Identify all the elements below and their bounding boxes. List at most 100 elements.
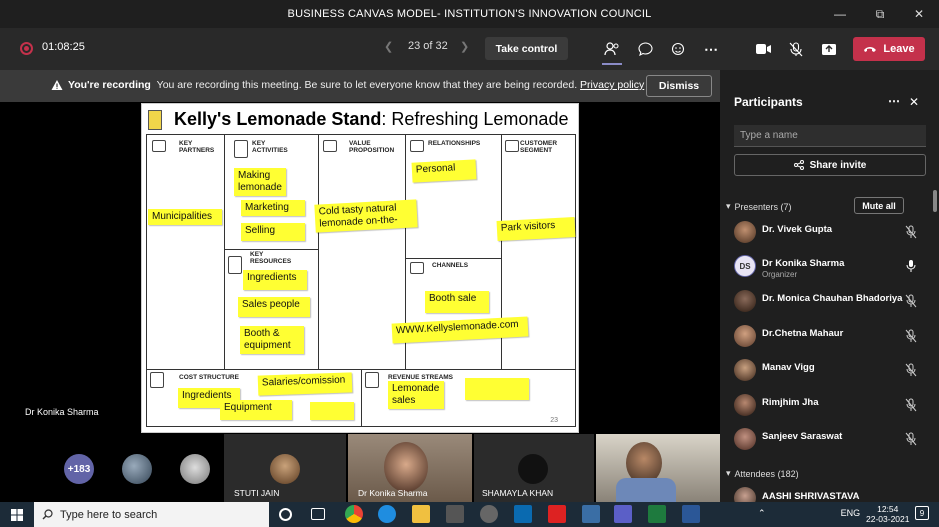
participant-tile[interactable]: SHAMAYLA KHAN xyxy=(474,434,594,502)
chevron-down-icon: ▾ xyxy=(726,201,731,211)
participant-name: Dr Konika Sharma xyxy=(762,258,845,269)
tile-name: STUTI JAIN xyxy=(234,488,280,498)
avatar[interactable] xyxy=(180,454,210,484)
participant-row[interactable]: Dr. Monica Chauhan Bhadoriya xyxy=(732,287,927,317)
store-icon[interactable] xyxy=(446,505,464,523)
app-icon[interactable] xyxy=(480,505,498,523)
participant-name: Manav Vigg xyxy=(762,362,815,373)
avatar xyxy=(734,325,756,347)
participant-row[interactable]: Manav Vigg xyxy=(732,356,927,386)
take-control-button[interactable]: Take control xyxy=(485,37,568,60)
language-indicator[interactable]: ENG xyxy=(841,508,861,518)
close-window-icon[interactable]: ✕ xyxy=(899,0,939,28)
participant-search-input[interactable] xyxy=(734,125,926,147)
participant-tile[interactable]: STUTI JAIN xyxy=(224,434,346,502)
task-view-icon[interactable] xyxy=(311,508,325,520)
participant-video-tile[interactable]: Dr Konika Sharma xyxy=(348,434,472,502)
sticky-note: Equipment xyxy=(220,400,292,420)
avatar xyxy=(734,221,756,243)
avatar[interactable] xyxy=(122,454,152,484)
participant-row[interactable]: AASHI SHRIVASTAVA xyxy=(732,484,927,502)
minimize-icon[interactable]: — xyxy=(820,0,860,28)
sticky-note: Personal xyxy=(411,159,477,183)
cortana-icon[interactable] xyxy=(279,508,292,521)
participant-row[interactable]: Rimjhim Jha xyxy=(732,391,927,421)
participant-row[interactable]: Dr. Vivek Gupta xyxy=(732,218,927,248)
participant-row[interactable]: DS Dr Konika Sharma Organizer xyxy=(732,252,927,282)
mic-muted-icon[interactable] xyxy=(905,432,917,446)
close-panel-icon[interactable]: ✕ xyxy=(909,95,919,109)
participants-icon[interactable] xyxy=(601,38,623,60)
sticky-note: Lemonade sales xyxy=(388,381,444,409)
next-slide-icon[interactable]: ❯ xyxy=(460,40,469,53)
mic-muted-icon[interactable] xyxy=(905,363,917,377)
tile-name: SHAMAYLA KHAN xyxy=(482,488,554,498)
share-invite-button[interactable]: Share invite xyxy=(734,154,926,176)
mic-icon[interactable] xyxy=(905,259,917,273)
mic-muted-icon[interactable] xyxy=(905,294,917,308)
app-icon[interactable] xyxy=(514,505,532,523)
reactions-icon[interactable] xyxy=(667,38,689,60)
attendees-heading: Attendees (182) xyxy=(734,468,799,479)
window-titlebar: BUSINESS CANVAS MODEL- INSTITUTION'S INN… xyxy=(0,0,939,28)
sticky-note: Booth & equipment xyxy=(240,326,304,354)
mic-muted-icon[interactable] xyxy=(785,38,807,60)
tray-chevron-icon[interactable]: ⌃ xyxy=(758,508,766,518)
relationships-cell xyxy=(405,134,502,259)
sticky-note-blank xyxy=(310,402,354,420)
excel-icon[interactable] xyxy=(648,505,666,523)
participants-active-indicator xyxy=(602,63,622,65)
taskbar-clock[interactable]: 12:54 22-03-2021 xyxy=(866,504,909,524)
more-participants-badge[interactable]: +183 xyxy=(64,454,94,484)
attendees-section-header[interactable]: ▾ Attendees (182) xyxy=(726,468,799,479)
file-explorer-icon[interactable] xyxy=(412,505,430,523)
customer-segment-label: CUSTOMER SEGMENT xyxy=(520,140,558,154)
share-invite-label: Share invite xyxy=(809,159,867,171)
presenters-heading: Presenters (7) xyxy=(734,201,792,212)
share-screen-icon[interactable] xyxy=(818,38,840,60)
photos-icon[interactable] xyxy=(582,505,600,523)
pdf-icon[interactable] xyxy=(548,505,566,523)
prev-slide-icon[interactable]: ❮ xyxy=(384,40,393,53)
avatar xyxy=(518,454,548,484)
participant-row[interactable]: Dr.Chetna Mahaur xyxy=(732,322,927,352)
more-options-icon[interactable]: ⋯ xyxy=(888,94,900,108)
chat-icon[interactable] xyxy=(634,38,656,60)
restore-icon[interactable]: ⧉ xyxy=(860,0,900,28)
edge-icon[interactable] xyxy=(378,505,396,523)
sticky-note: Booth sale xyxy=(425,291,489,313)
partners-icon xyxy=(152,140,166,152)
system-tray: ⌃ ENG xyxy=(758,508,860,519)
dismiss-button[interactable]: Dismiss xyxy=(646,75,712,97)
camera-icon[interactable] xyxy=(752,38,774,60)
value-proposition-label: VALUE PROPOSITION xyxy=(349,140,395,154)
leave-button[interactable]: Leave xyxy=(853,37,925,61)
mic-muted-icon[interactable] xyxy=(905,398,917,412)
sticky-note: Making lemonade xyxy=(234,168,286,196)
notification-icon[interactable]: 9 xyxy=(915,506,929,520)
taskbar-search-box[interactable]: Type here to search xyxy=(34,502,269,527)
word-icon[interactable] xyxy=(682,505,700,523)
share-icon xyxy=(793,160,804,170)
participant-video-tile[interactable] xyxy=(596,434,720,502)
mic-muted-icon[interactable] xyxy=(905,329,917,343)
privacy-policy-link[interactable]: Privacy policy xyxy=(580,79,644,91)
mic-muted-icon[interactable] xyxy=(905,225,917,239)
more-options-icon[interactable]: ⋯ xyxy=(700,38,722,60)
avatar xyxy=(734,394,756,416)
mute-all-button[interactable]: Mute all xyxy=(854,197,904,214)
sticky-note: Salaries/comission xyxy=(257,372,353,396)
slide-page-number: 23 xyxy=(550,417,558,424)
presenters-section-header[interactable]: ▾ Presenters (7) xyxy=(726,201,792,212)
panel-scrollbar[interactable] xyxy=(933,190,937,212)
windows-start-icon[interactable] xyxy=(0,502,34,527)
participant-name: Dr. Vivek Gupta xyxy=(762,224,833,235)
chrome-icon[interactable] xyxy=(345,505,363,523)
participant-row[interactable]: Sanjeev Saraswat xyxy=(732,425,927,455)
sticky-note: Selling xyxy=(241,223,305,241)
participants-panel: Participants ⋯ ✕ Share invite ▾Presenter… xyxy=(720,70,939,502)
clock-time: 12:54 xyxy=(877,504,899,514)
participant-body xyxy=(616,478,676,502)
teams-icon[interactable] xyxy=(614,505,632,523)
participant-role: Organizer xyxy=(762,270,798,279)
